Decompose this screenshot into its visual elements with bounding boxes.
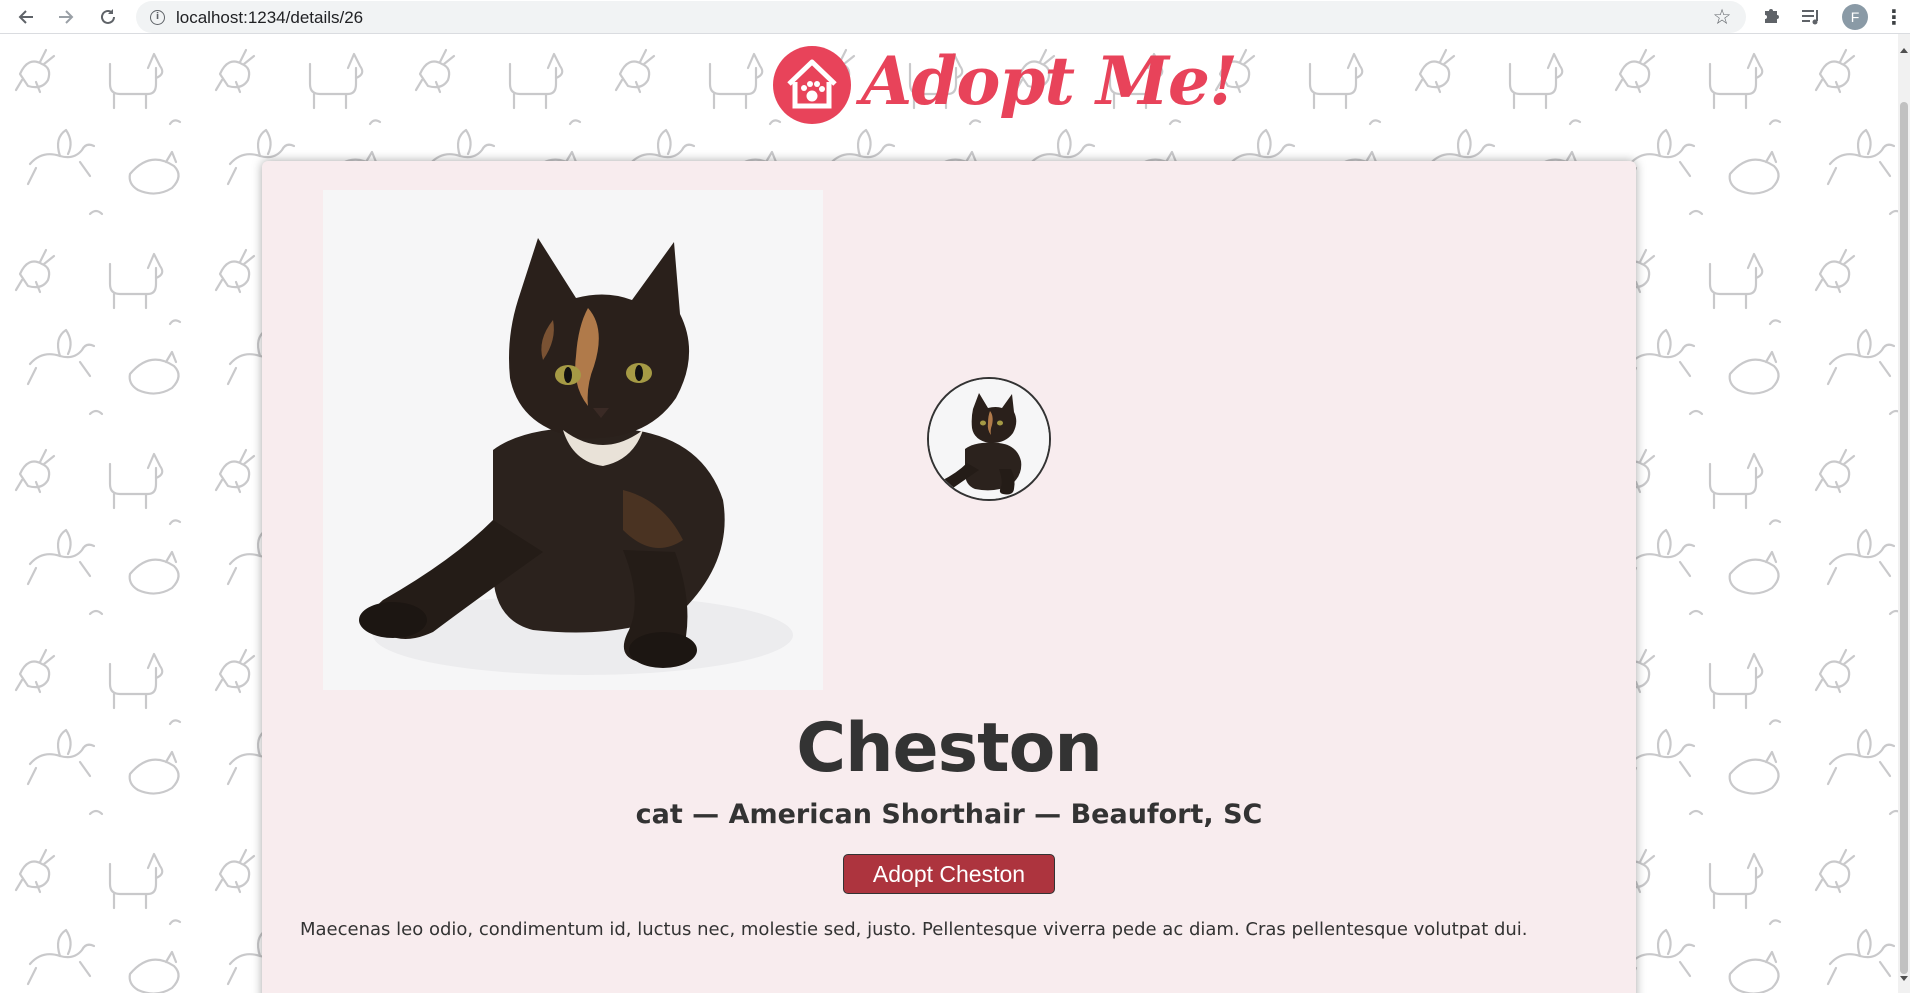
scrollbar-thumb[interactable] <box>1900 102 1908 974</box>
kebab-menu-icon[interactable]: ⋮ <box>1884 5 1904 29</box>
pet-meta-subheading: cat — American Shorthair — Beaufort, SC <box>635 799 1263 830</box>
back-arrow-icon[interactable] <box>14 5 38 29</box>
forward-arrow-icon[interactable] <box>54 5 78 29</box>
pet-thumbnail[interactable] <box>927 377 1051 501</box>
scroll-down-arrow-icon[interactable] <box>1900 976 1908 981</box>
adopt-me-logo[interactable]: Adopt Me! <box>773 42 1238 142</box>
logo-text: Adopt Me! <box>861 42 1238 120</box>
pet-description: Maecenas leo odio, condimentum id, luctu… <box>300 919 1528 940</box>
profile-avatar[interactable]: F <box>1842 4 1868 30</box>
media-queue-icon[interactable] <box>1800 7 1822 27</box>
house-paw-icon <box>773 46 851 124</box>
extensions-puzzle-icon[interactable] <box>1760 5 1784 29</box>
pet-details-card: Cheston cat — American Shorthair — Beauf… <box>262 161 1636 993</box>
browser-toolbar: i localhost:1234/details/26 ☆ F ⋮ <box>0 0 1910 34</box>
info-icon[interactable]: i <box>150 10 165 25</box>
address-bar[interactable]: i localhost:1234/details/26 <box>136 1 1746 33</box>
page: Adopt Me! Cheston cat — American Shortha… <box>0 34 1898 993</box>
star-icon[interactable]: ☆ <box>1710 5 1734 29</box>
adopt-button[interactable]: Adopt Cheston <box>843 854 1055 894</box>
scroll-up-arrow-icon[interactable] <box>1900 48 1908 53</box>
pet-name-heading: Cheston <box>796 709 1103 788</box>
pet-hero-photo <box>323 190 823 690</box>
page-scrollbar[interactable] <box>1898 34 1910 993</box>
reload-icon[interactable] <box>96 5 120 29</box>
url-text[interactable]: localhost:1234/details/26 <box>176 8 363 28</box>
